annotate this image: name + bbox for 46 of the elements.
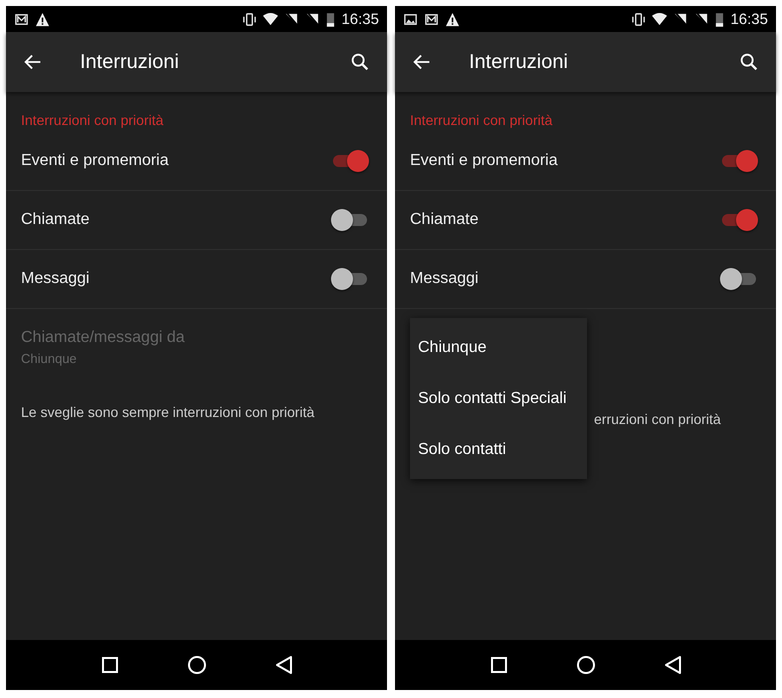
no-signal-icon xyxy=(305,12,320,26)
screen-title: Interruzioni xyxy=(469,50,568,74)
search-icon[interactable] xyxy=(738,51,760,73)
alarm-note: erruzioni con priorità xyxy=(594,411,721,427)
home-icon[interactable] xyxy=(576,655,596,675)
toggle-switch[interactable] xyxy=(331,268,369,290)
no-signal-icon xyxy=(284,12,300,26)
setting-label: Eventi e promemoria xyxy=(410,152,559,170)
section-header: Interruzioni con priorità xyxy=(20,111,164,130)
setting-label: Messaggi xyxy=(21,270,90,288)
battery-icon xyxy=(326,12,336,26)
setting-label: Messaggi xyxy=(410,270,480,288)
vibrate-icon xyxy=(242,12,258,26)
wifi-icon xyxy=(263,12,278,26)
back-icon[interactable] xyxy=(662,655,682,675)
home-icon[interactable] xyxy=(186,655,206,675)
setting-label: Chiamate xyxy=(21,211,90,229)
toggle-switch[interactable] xyxy=(331,209,369,231)
mail-icon xyxy=(14,12,29,26)
back-icon[interactable] xyxy=(274,655,294,675)
search-icon[interactable] xyxy=(349,51,371,73)
menu-item[interactable]: Solo contatti xyxy=(410,424,587,475)
alarm-note: Le sveglie sono sempre interruzioni con priorità xyxy=(21,404,314,420)
screen-title: Interruzioni xyxy=(80,50,179,74)
menu-item[interactable]: Chiunque xyxy=(410,322,587,373)
setting-label: Chiamate xyxy=(410,211,480,229)
setting-label: Eventi e promemoria xyxy=(21,152,170,170)
battery-icon xyxy=(715,12,724,26)
warning-icon xyxy=(35,12,50,26)
clock: 16:35 xyxy=(730,10,768,28)
vibrate-icon xyxy=(631,12,646,26)
recents-icon[interactable] xyxy=(100,655,120,675)
toggle-switch[interactable] xyxy=(720,268,758,290)
wifi-icon xyxy=(652,12,668,26)
toggle-switch[interactable] xyxy=(331,150,369,172)
mail-icon xyxy=(424,12,439,26)
section-header: Interruzioni con priorità xyxy=(409,111,554,130)
clock: 16:35 xyxy=(341,10,379,28)
no-signal-icon xyxy=(673,12,688,26)
no-signal-icon xyxy=(694,12,710,26)
image-icon xyxy=(403,12,418,26)
toggle-switch[interactable] xyxy=(720,150,758,172)
recents-icon[interactable] xyxy=(488,655,508,675)
toggle-switch[interactable] xyxy=(720,209,758,231)
warning-icon xyxy=(445,12,460,26)
menu-item[interactable]: Solo contatti Speciali xyxy=(410,373,587,424)
